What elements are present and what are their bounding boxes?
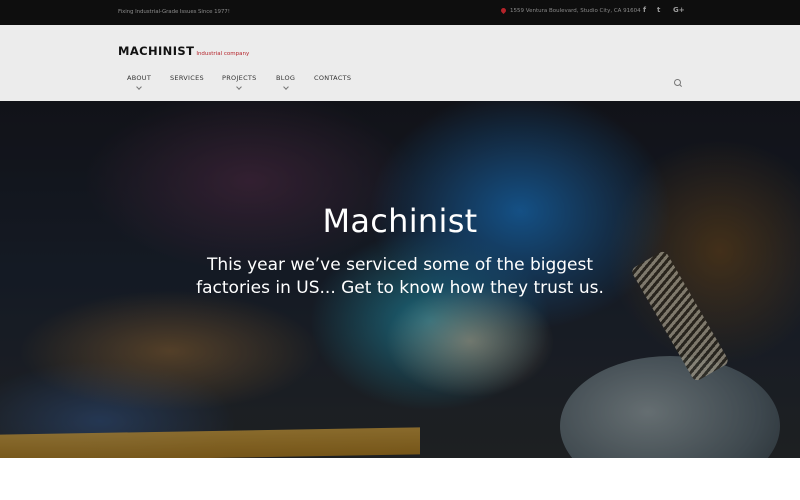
nav-label: ABOUT — [127, 74, 152, 82]
facebook-icon[interactable]: f — [643, 6, 646, 14]
brand-name: MACHINIST — [118, 44, 195, 58]
hero-subtitle: This year we’ve serviced some of the big… — [196, 255, 604, 298]
map-pin-icon — [501, 8, 506, 14]
nav-item-projects[interactable]: PROJECTS — [222, 74, 257, 90]
hero-title: Machinist — [322, 202, 478, 240]
nav-item-about[interactable]: ABOUT — [127, 74, 152, 90]
twitter-icon[interactable]: t — [657, 6, 660, 14]
logo[interactable]: MACHINIST Industrial company — [118, 44, 249, 58]
chevron-down-icon — [136, 84, 142, 90]
header: MACHINIST Industrial company ABOUT SERVI… — [0, 25, 800, 101]
tagline: Fixing Industrial-Grade Issues Since 197… — [118, 9, 230, 15]
nav-item-blog[interactable]: BLOG — [276, 74, 296, 90]
address: 1559 Ventura Boulevard, Studio City, CA … — [501, 8, 641, 14]
content-area — [0, 458, 800, 500]
google-plus-icon[interactable]: G+ — [673, 6, 685, 14]
nav-label: SERVICES — [170, 74, 204, 82]
search-icon[interactable] — [674, 79, 682, 87]
chevron-down-icon — [282, 84, 289, 90]
nav-item-contacts[interactable]: CONTACTS — [314, 74, 351, 82]
top-bar: Fixing Industrial-Grade Issues Since 197… — [0, 0, 800, 25]
nav-label: CONTACTS — [314, 74, 352, 82]
chevron-down-icon — [236, 84, 243, 90]
nav-label: BLOG — [276, 74, 296, 82]
nav-item-services[interactable]: SERVICES — [170, 74, 204, 82]
hero-banner: Machinist This year we’ve serviced some … — [0, 101, 800, 458]
nav-label: PROJECTS — [222, 74, 257, 82]
address-text: 1559 Ventura Boulevard, Studio City, CA … — [510, 8, 641, 14]
brand-subtitle: Industrial company — [196, 51, 250, 57]
